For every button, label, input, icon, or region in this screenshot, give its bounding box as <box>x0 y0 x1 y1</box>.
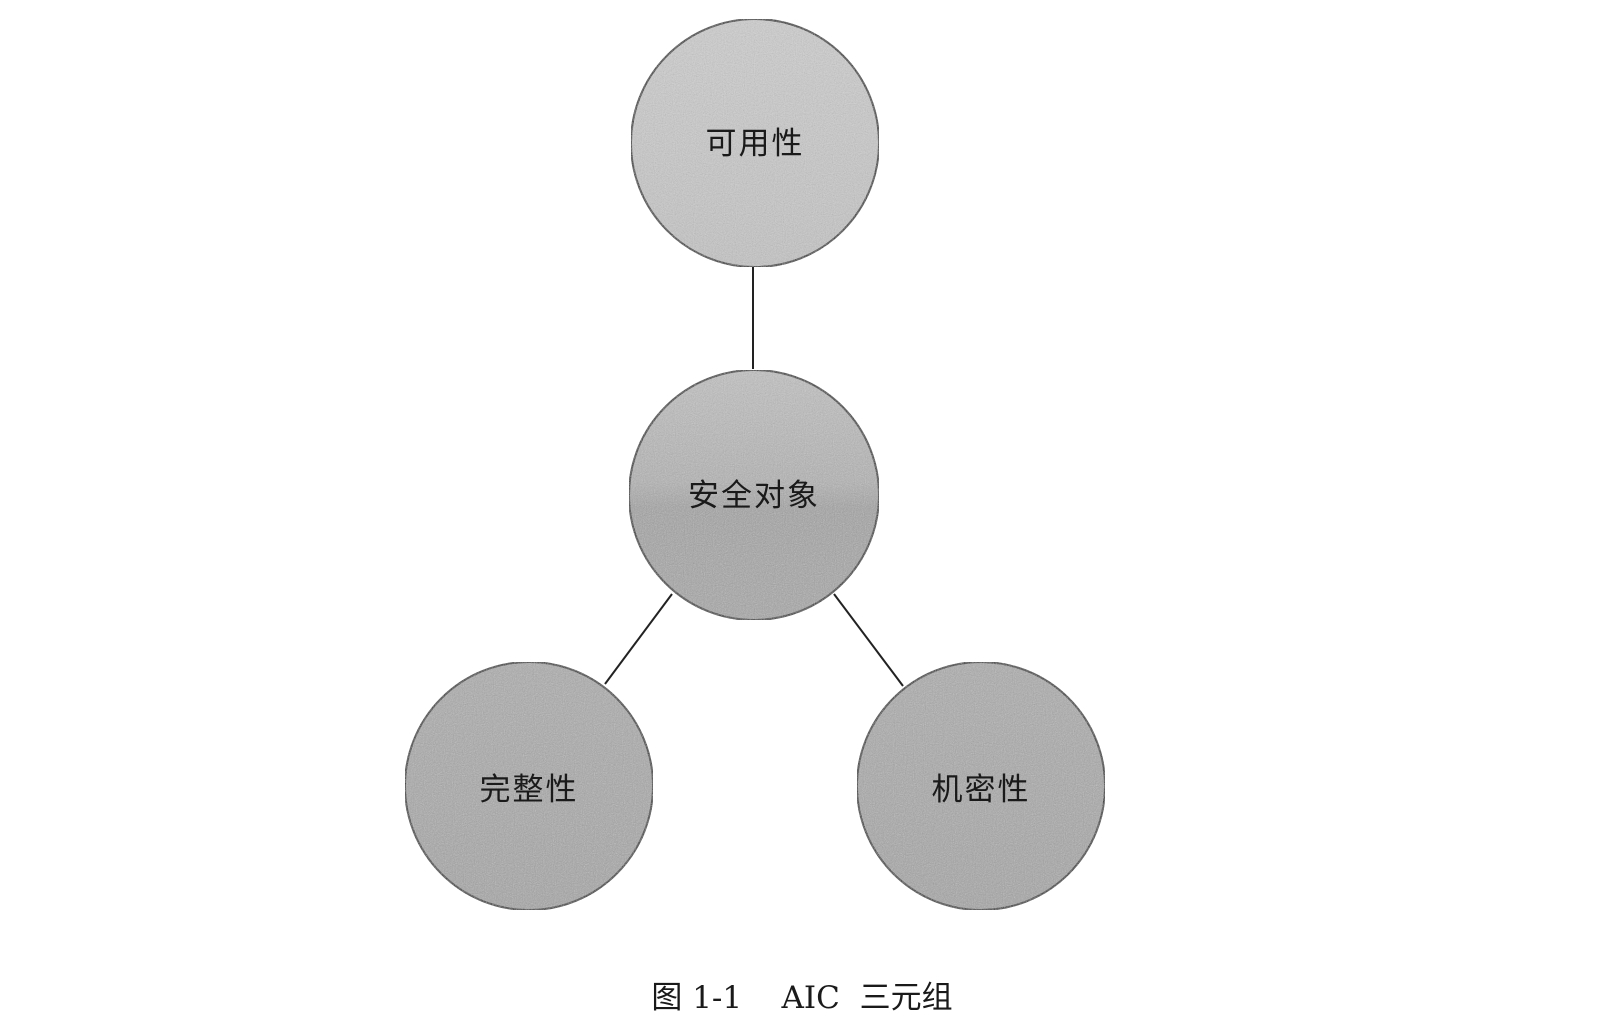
node-availability: 可用性 <box>630 18 880 268</box>
edge-center-to-bottom-right <box>833 593 904 687</box>
node-availability-label: 可用性 <box>706 126 805 162</box>
figure-caption: 图 1-1 AIC 三元组 <box>651 980 953 1016</box>
node-confidentiality: 机密性 <box>856 661 1106 911</box>
node-integrity: 完整性 <box>404 661 654 911</box>
aic-triad-diagram: 可用性 安全对象 完整性 机密性 <box>404 18 1106 911</box>
node-integrity-label: 完整性 <box>480 772 579 808</box>
node-security-object: 安全对象 <box>628 369 880 621</box>
node-security-object-label: 安全对象 <box>688 478 820 514</box>
node-confidentiality-label: 机密性 <box>932 772 1031 808</box>
edge-center-to-bottom-left <box>604 593 673 685</box>
